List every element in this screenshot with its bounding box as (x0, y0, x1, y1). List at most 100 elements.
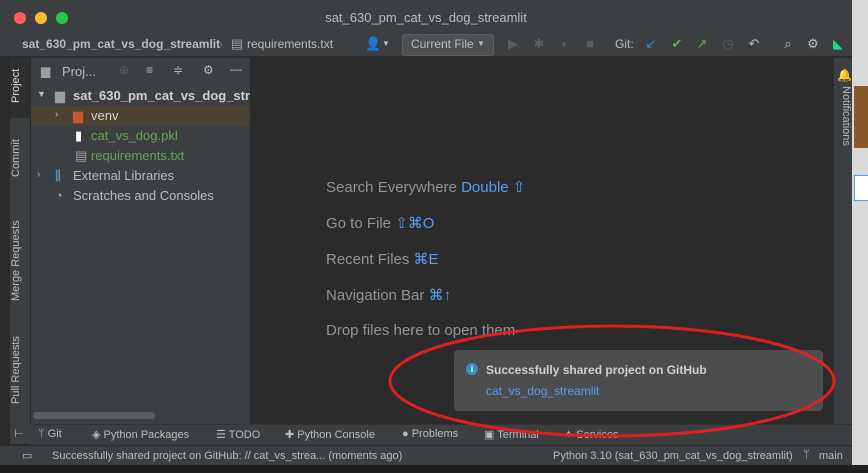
bottom-tool-bar: ᛘ Git ◈ Python Packages ☰ TODO ✚ Python … (30, 424, 852, 445)
services-icon: ✦ (564, 429, 574, 441)
bottom-tool-label: Git (47, 428, 62, 440)
settings-icon[interactable]: ⚙ (805, 36, 821, 52)
status-message[interactable]: Successfully shared project on GitHub: /… (52, 450, 402, 462)
tree-item-pkl[interactable]: ▮ cat_vs_dog.pkl (31, 126, 250, 146)
hint-drop-files: Drop files here to open them (326, 322, 515, 339)
git-branch-icon: ᛘ (803, 449, 810, 461)
bottom-tool-label: TODO (228, 429, 261, 441)
tree-item-label: requirements.txt (91, 148, 185, 163)
collapse-all-icon[interactable]: ≑ (173, 63, 183, 77)
tree-item-venv[interactable]: › ▆ venv (31, 106, 250, 126)
hint-text: Navigation Bar (326, 287, 425, 304)
project-panel-header: ▆ Proj... ⊕ ≡ ≑ ⚙ — (31, 58, 250, 84)
bottom-tool-services[interactable]: ✦ Services (564, 428, 618, 441)
search-icon[interactable]: ⌕ (780, 36, 796, 52)
python-interpreter[interactable]: Python 3.10 (sat_630_pm_cat_vs_dog_strea… (553, 450, 793, 462)
window-title: sat_630_pm_cat_vs_dog_streamlit (325, 10, 527, 25)
tab-notifications[interactable]: Notifications (834, 86, 852, 156)
hint-recent-files: Recent Files ⌘E (326, 250, 439, 268)
main-toolbar: sat_630_pm_cat_vs_dog_streamlit › ▤ requ… (0, 34, 852, 57)
chevron-down-icon: ▼ (37, 89, 46, 99)
update-project-icon[interactable]: ↙ (643, 36, 659, 52)
text-file-icon: ▤ (75, 148, 88, 163)
bottom-tool-label: Services (576, 429, 619, 441)
breadcrumb-file[interactable]: requirements.txt (247, 37, 333, 51)
background-button (854, 175, 868, 201)
left-tool-stripe: Project Commit Merge Requests Pull Reque… (10, 58, 30, 424)
folder-icon: ▆ (55, 88, 65, 103)
jetbrains-logo-icon[interactable]: ◣ (830, 36, 846, 52)
history-icon[interactable]: ◷ (720, 36, 736, 52)
rollback-icon[interactable]: ↶ (746, 36, 762, 52)
hint-go-to-file: Go to File ⇧⌘O (326, 214, 434, 232)
notification-link[interactable]: cat_vs_dog_streamlit (486, 384, 599, 398)
hint-navigation-bar: Navigation Bar ⌘↑ (326, 286, 451, 304)
tree-item-label: Scratches and Consoles (73, 188, 214, 203)
folder-icon: ▆ (73, 108, 83, 123)
right-tool-stripe: 🔔 Notifications (834, 58, 852, 424)
tree-item-external-libraries[interactable]: › ⫼ External Libraries (31, 166, 250, 186)
git-label: Git: (615, 37, 634, 51)
structure-icon[interactable]: ⊢ (14, 427, 24, 440)
tree-item-scratches[interactable]: ◔ Scratches and Consoles (31, 186, 250, 206)
horizontal-scrollbar[interactable] (33, 412, 155, 419)
bottom-tool-todo[interactable]: ☰ TODO (216, 428, 260, 441)
stop-icon[interactable]: ■ (582, 36, 598, 52)
folder-icon: ▆ (41, 64, 51, 78)
bottom-tool-git[interactable]: ᛘ Git (38, 428, 62, 440)
tree-item-label: venv (91, 108, 119, 123)
hint-search-everywhere: Search Everywhere Double ⇧ (326, 178, 525, 196)
tab-project[interactable]: Project (10, 66, 30, 106)
bottom-tool-problems[interactable]: ● Problems (402, 428, 458, 440)
tree-item-label: External Libraries (73, 168, 175, 183)
packages-icon: ◈ (92, 429, 101, 441)
bottom-tool-python-packages[interactable]: ◈ Python Packages (92, 428, 189, 441)
project-panel: ▆ Proj... ⊕ ≡ ≑ ⚙ — ▼ ▆ sat_630_pm_cat_v… (31, 58, 288, 424)
bottom-tool-terminal[interactable]: ▣ Terminal (484, 428, 539, 441)
gear-icon[interactable]: ⚙ (203, 63, 214, 77)
hint-text: Search Everywhere (326, 179, 457, 196)
debug-icon[interactable]: ✱ (531, 36, 547, 52)
tab-merge-requests[interactable]: Merge Requests (10, 216, 30, 306)
breadcrumb-separator: › (219, 37, 223, 51)
hint-shortcut: ⌘↑ (428, 287, 452, 304)
run-config-select[interactable]: Current File ▼ (402, 34, 494, 56)
chevron-down-icon[interactable]: ▼ (378, 36, 394, 52)
toggle-tool-windows-icon[interactable]: ▭ (22, 449, 32, 462)
text-file-icon: ▤ (230, 36, 244, 51)
background-thumbnail (854, 86, 868, 148)
bottom-tool-python-console[interactable]: ✚ Python Console (285, 428, 375, 441)
todo-icon: ☰ (216, 429, 226, 441)
title-bar: sat_630_pm_cat_vs_dog_streamlit (0, 0, 852, 34)
file-icon: ▮ (75, 128, 83, 143)
hint-shortcut: ⇧⌘O (395, 215, 435, 232)
locate-file-icon[interactable]: ⊕ (119, 63, 129, 77)
breadcrumb-project[interactable]: sat_630_pm_cat_vs_dog_streamlit (22, 37, 220, 51)
chevron-right-icon: › (55, 109, 59, 120)
git-branch[interactable]: main (819, 450, 843, 462)
status-bar: ▭ Successfully shared project on GitHub:… (0, 445, 852, 466)
coverage-icon[interactable]: ◐ (557, 36, 573, 52)
run-icon[interactable]: ▶ (505, 36, 521, 52)
scratches-icon: ◔ (55, 188, 63, 203)
notification-balloon[interactable]: i Successfully shared project on GitHub … (454, 350, 823, 411)
tree-item-requirements[interactable]: ▤ requirements.txt (31, 146, 250, 166)
tree-item-root[interactable]: ▼ ▆ sat_630_pm_cat_vs_dog_streamlit (31, 86, 288, 106)
push-icon[interactable]: ↗ (694, 36, 710, 52)
chevron-right-icon: › (37, 169, 41, 180)
hide-panel-icon[interactable]: — (230, 62, 242, 76)
problems-icon: ● (402, 428, 409, 440)
bottom-tool-label: Python Console (297, 429, 375, 441)
library-icon: ⫼ (55, 168, 61, 183)
background-app-edge (852, 0, 868, 473)
commit-icon[interactable]: ✔ (669, 36, 685, 52)
chevron-down-icon: ▼ (477, 39, 485, 48)
bottom-tool-label: Terminal (497, 429, 539, 441)
expand-all-icon[interactable]: ≡ (146, 63, 153, 77)
bell-icon[interactable]: 🔔 (837, 68, 852, 82)
project-view-select[interactable]: Proj... (62, 64, 96, 79)
tab-pull-requests[interactable]: Pull Requests (10, 334, 30, 406)
bottom-tool-label: Problems (411, 428, 459, 440)
tab-commit[interactable]: Commit (10, 138, 30, 178)
hint-shortcut: Double ⇧ (461, 179, 526, 196)
